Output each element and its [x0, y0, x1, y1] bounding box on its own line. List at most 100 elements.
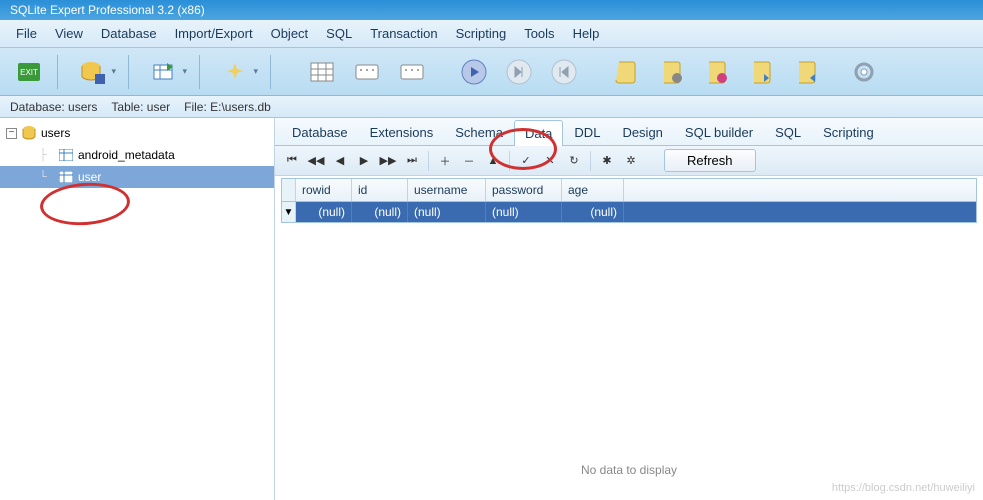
table-arrow-icon [151, 59, 177, 85]
tab-ddl[interactable]: DDL [563, 119, 611, 145]
tab-strip: Database Extensions Schema Data DDL Desi… [275, 118, 983, 146]
cell-id[interactable]: (null) [352, 202, 408, 222]
nav-cancel-button[interactable]: ✕ [539, 150, 561, 172]
tab-sql-builder[interactable]: SQL builder [674, 119, 764, 145]
script-button-3[interactable] [695, 53, 737, 91]
script-button-5[interactable] [785, 53, 827, 91]
menu-database[interactable]: Database [93, 22, 165, 45]
database-save-icon [80, 59, 106, 85]
nav-prev-page-button[interactable]: ◀◀ [305, 150, 327, 172]
table-icon [58, 169, 74, 185]
cell-rowid[interactable]: (null) [296, 202, 352, 222]
tree-table-node[interactable]: ├ android_metadata [0, 144, 274, 166]
nav-next-button[interactable]: ▶ [353, 150, 375, 172]
window-titlebar: SQLite Expert Professional 3.2 (x86) [0, 0, 983, 20]
data-nav-toolbar: ⏮ ◀◀ ◀ ▶ ▶▶ ⏭ ＋ － ▲ ✓ ✕ ↻ ✱ ✲ Refresh [275, 146, 983, 176]
data-grid: rowid id username password age ▼ (null) … [281, 178, 977, 223]
prev-icon [551, 59, 577, 85]
watermark-text: https://blog.csdn.net/huweiliyi [832, 482, 975, 494]
row-marker-header [282, 179, 296, 201]
script-button-2[interactable] [650, 53, 692, 91]
tree-table-node[interactable]: └ user [0, 166, 274, 188]
database-icon [21, 125, 37, 141]
nav-next-page-button[interactable]: ▶▶ [377, 150, 399, 172]
toolbar-separator [57, 55, 58, 89]
nav-prev-button[interactable]: ◀ [329, 150, 351, 172]
script-button-1[interactable] [605, 53, 647, 91]
tree-db-node[interactable]: − users [0, 122, 274, 144]
nav-post-button[interactable]: ✓ [515, 150, 537, 172]
tab-schema[interactable]: Schema [444, 119, 514, 145]
settings-button[interactable] [843, 53, 885, 91]
menu-file[interactable]: File [8, 22, 45, 45]
nav-goto-button[interactable]: ✲ [620, 150, 642, 172]
column-header-id[interactable]: id [352, 179, 408, 201]
toolbar-separator [128, 55, 129, 89]
window-title: SQLite Expert Professional 3.2 (x86) [10, 3, 205, 17]
tab-extensions[interactable]: Extensions [359, 119, 445, 145]
grid-button-1[interactable] [301, 53, 343, 91]
tree-table-label: user [78, 170, 101, 184]
play-button[interactable] [453, 53, 495, 91]
menu-object[interactable]: Object [263, 22, 317, 45]
nav-bookmark-button[interactable]: ✱ [596, 150, 618, 172]
exit-button[interactable]: EXIT [8, 53, 50, 91]
tab-data[interactable]: Data [514, 120, 563, 146]
sparkle-icon [222, 59, 248, 85]
tab-scripting[interactable]: Scripting [812, 119, 885, 145]
status-database: Database: users [10, 100, 97, 114]
grid-icon [309, 59, 335, 85]
next-button[interactable] [498, 53, 540, 91]
status-file: File: E:\users.db [184, 100, 271, 114]
main-toolbar: EXIT [0, 48, 983, 96]
nav-delete-button[interactable]: － [458, 150, 480, 172]
tab-database[interactable]: Database [281, 119, 359, 145]
keyboard-icon [399, 59, 425, 85]
scroll-icon [613, 59, 639, 85]
cell-password[interactable]: (null) [486, 202, 562, 222]
toolbar-separator [199, 55, 200, 89]
open-db-button[interactable] [65, 53, 121, 91]
menu-help[interactable]: Help [565, 22, 608, 45]
tab-sql[interactable]: SQL [764, 119, 812, 145]
cell-username[interactable]: (null) [408, 202, 486, 222]
nav-last-button[interactable]: ⏭ [401, 150, 423, 172]
nav-insert-button[interactable]: ＋ [434, 150, 456, 172]
tab-design[interactable]: Design [611, 119, 673, 145]
nav-edit-button[interactable]: ▲ [482, 150, 504, 172]
column-header-rowid[interactable]: rowid [296, 179, 352, 201]
prev-button[interactable] [543, 53, 585, 91]
menu-view[interactable]: View [47, 22, 91, 45]
column-header-age[interactable]: age [562, 179, 624, 201]
collapse-icon[interactable]: − [6, 128, 17, 139]
gear-icon [851, 59, 877, 85]
script-button-4[interactable] [740, 53, 782, 91]
menu-tools[interactable]: Tools [516, 22, 562, 45]
menu-scripting[interactable]: Scripting [448, 22, 515, 45]
no-data-message: No data to display [275, 463, 983, 477]
row-marker-icon: ▼ [282, 202, 296, 222]
scroll-delete-icon [703, 59, 729, 85]
toolbar-separator [270, 55, 271, 89]
column-header-username[interactable]: username [408, 179, 486, 201]
column-header-password[interactable]: password [486, 179, 562, 201]
menu-import-export[interactable]: Import/Export [167, 22, 261, 45]
svg-text:EXIT: EXIT [20, 68, 38, 77]
nav-refresh-button[interactable]: ↻ [563, 150, 585, 172]
status-bar: Database: users Table: user File: E:\use… [0, 96, 983, 118]
nav-separator [590, 151, 591, 171]
keyboard-button-1[interactable] [346, 53, 388, 91]
keyboard-button-2[interactable] [391, 53, 433, 91]
menu-transaction[interactable]: Transaction [362, 22, 445, 45]
menu-sql[interactable]: SQL [318, 22, 360, 45]
next-icon [506, 59, 532, 85]
refresh-button[interactable]: Refresh [664, 149, 756, 172]
nav-first-button[interactable]: ⏮ [281, 150, 303, 172]
nav-separator [509, 151, 510, 171]
play-icon [461, 59, 487, 85]
new-button[interactable] [207, 53, 263, 91]
table-button[interactable] [136, 53, 192, 91]
table-row[interactable]: ▼ (null) (null) (null) (null) (null) [282, 202, 976, 222]
cell-age[interactable]: (null) [562, 202, 624, 222]
object-tree: − users ├ android_metadata └ user [0, 118, 275, 500]
